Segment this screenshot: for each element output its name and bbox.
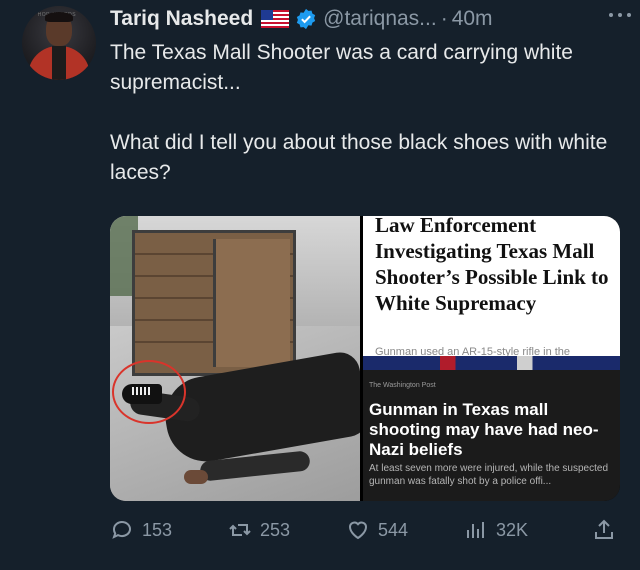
separator-dot: · [440, 7, 448, 30]
action-bar: 153 253 544 32K [110, 512, 620, 548]
share-button[interactable] [592, 512, 624, 548]
article2-headline: Gunman in Texas mall shooting may have h… [369, 400, 599, 459]
kiosk [132, 230, 296, 376]
author-name[interactable]: Tariq Nasheed [110, 7, 253, 31]
reply-count: 153 [142, 519, 173, 540]
flag-strip [363, 356, 620, 370]
retweet-count: 253 [260, 519, 291, 540]
retweet-button[interactable]: 253 [228, 512, 290, 548]
reply-button[interactable]: 153 [110, 512, 172, 548]
views-icon [467, 522, 484, 538]
tweet-media[interactable]: Law Enforcement Investigating Texas Mall… [110, 216, 620, 501]
views-button[interactable]: 32K [464, 512, 528, 548]
more-icon[interactable] [608, 8, 632, 19]
like-count: 544 [378, 519, 409, 540]
flag-icon [261, 10, 290, 28]
article1-subline: Gunman used an AR-15-style rifle in the [375, 346, 571, 356]
article-screenshot-1[interactable]: Law Enforcement Investigating Texas Mall… [363, 216, 620, 356]
verified-icon [295, 8, 317, 30]
reply-icon [112, 521, 131, 539]
avatar[interactable]: HIP HOP AWARDS [22, 6, 96, 80]
like-icon [348, 521, 368, 540]
article-screenshot-2[interactable]: The Washington Post Gunman in Texas mall… [363, 370, 620, 501]
tweet-header: Tariq Nasheed @tariqnas... · 40m [110, 4, 626, 34]
article2-source: The Washington Post [369, 382, 436, 389]
tweet-time[interactable]: 40m [452, 7, 493, 31]
article2-summary: At least seven more were injured, while … [369, 463, 609, 487]
scene-photo[interactable] [110, 216, 360, 501]
like-button[interactable]: 544 [346, 512, 408, 548]
tweet-text: The Texas Mall Shooter was a card carryi… [110, 41, 608, 184]
share-icon [595, 519, 613, 539]
author-handle[interactable]: @tariqnas... [323, 7, 437, 31]
highlight-circle [112, 360, 186, 424]
article1-headline: Law Enforcement Investigating Texas Mall… [375, 216, 609, 315]
retweet-icon [229, 524, 251, 536]
views-count: 32K [496, 519, 529, 540]
